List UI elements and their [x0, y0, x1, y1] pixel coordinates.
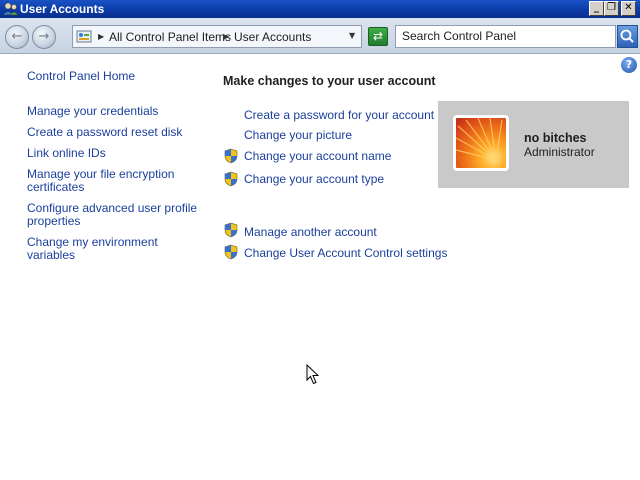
- account-panel: no bitches Administrator: [438, 101, 629, 188]
- advanced-profile-properties-link[interactable]: Configure advanced user profile properti…: [27, 201, 197, 228]
- forward-button[interactable]: →: [32, 25, 56, 49]
- uac-shield-icon: [224, 244, 238, 260]
- user-accounts-icon: [3, 2, 18, 16]
- uac-shield-icon: [224, 171, 238, 187]
- mouse-cursor-icon: [306, 364, 319, 385]
- manage-another-account-link[interactable]: Manage another account: [244, 225, 377, 239]
- link-online-ids-link[interactable]: Link online IDs: [27, 146, 106, 160]
- address-bar[interactable]: ▶ All Control Panel Items ▶ User Account…: [72, 25, 362, 48]
- control-panel-home-link[interactable]: Control Panel Home: [27, 69, 135, 83]
- crumb-separator-icon[interactable]: ▶: [223, 30, 229, 44]
- account-role: Administrator: [524, 145, 595, 159]
- create-password-link[interactable]: Create a password for your account: [244, 108, 434, 122]
- back-arrow-icon: ←: [11, 29, 23, 44]
- refresh-button[interactable]: ⇄: [368, 27, 388, 46]
- change-account-type-link[interactable]: Change your account type: [244, 172, 384, 186]
- control-panel-icon: [76, 30, 92, 43]
- page-heading: Make changes to your user account: [223, 74, 436, 88]
- uac-shield-icon: [224, 148, 238, 164]
- uac-shield-icon: [224, 222, 238, 238]
- forward-arrow-icon: →: [38, 29, 50, 44]
- password-reset-disk-link[interactable]: Create a password reset disk: [27, 125, 182, 139]
- close-button[interactable]: ✕: [621, 1, 636, 16]
- refresh-icon: ⇄: [372, 29, 384, 43]
- address-dropdown-icon[interactable]: ▼: [349, 31, 355, 40]
- help-button[interactable]: ?: [621, 57, 637, 73]
- title-bar: User Accounts _ ❐ ✕: [0, 0, 640, 18]
- uac-settings-link[interactable]: Change User Account Control settings: [244, 246, 447, 260]
- breadcrumb-user-accounts[interactable]: User Accounts: [234, 30, 311, 44]
- environment-variables-link[interactable]: Change my environment variables: [27, 235, 158, 262]
- account-name: no bitches: [524, 131, 587, 145]
- search-icon: [620, 29, 634, 43]
- back-button[interactable]: ←: [5, 25, 29, 49]
- avatar[interactable]: [453, 115, 509, 171]
- flower-picture-icon: [456, 118, 503, 161]
- search-button[interactable]: [617, 25, 638, 48]
- search-input[interactable]: Search Control Panel: [395, 25, 616, 48]
- help-icon: ?: [625, 58, 633, 71]
- restore-button[interactable]: ❐: [604, 1, 619, 16]
- breadcrumb-all-control-panel-items[interactable]: All Control Panel Items: [109, 30, 231, 44]
- change-account-name-link[interactable]: Change your account name: [244, 149, 391, 163]
- crumb-separator-icon[interactable]: ▶: [98, 30, 104, 44]
- minimize-button[interactable]: _: [589, 1, 604, 16]
- window-title: User Accounts: [20, 2, 105, 16]
- file-encryption-certificates-link[interactable]: Manage your file encryption certificates: [27, 167, 174, 194]
- navigation-bar: ← → ▶ All Control Panel Items ▶ User Acc…: [0, 18, 640, 54]
- change-picture-link[interactable]: Change your picture: [244, 128, 352, 142]
- manage-credentials-link[interactable]: Manage your credentials: [27, 104, 158, 118]
